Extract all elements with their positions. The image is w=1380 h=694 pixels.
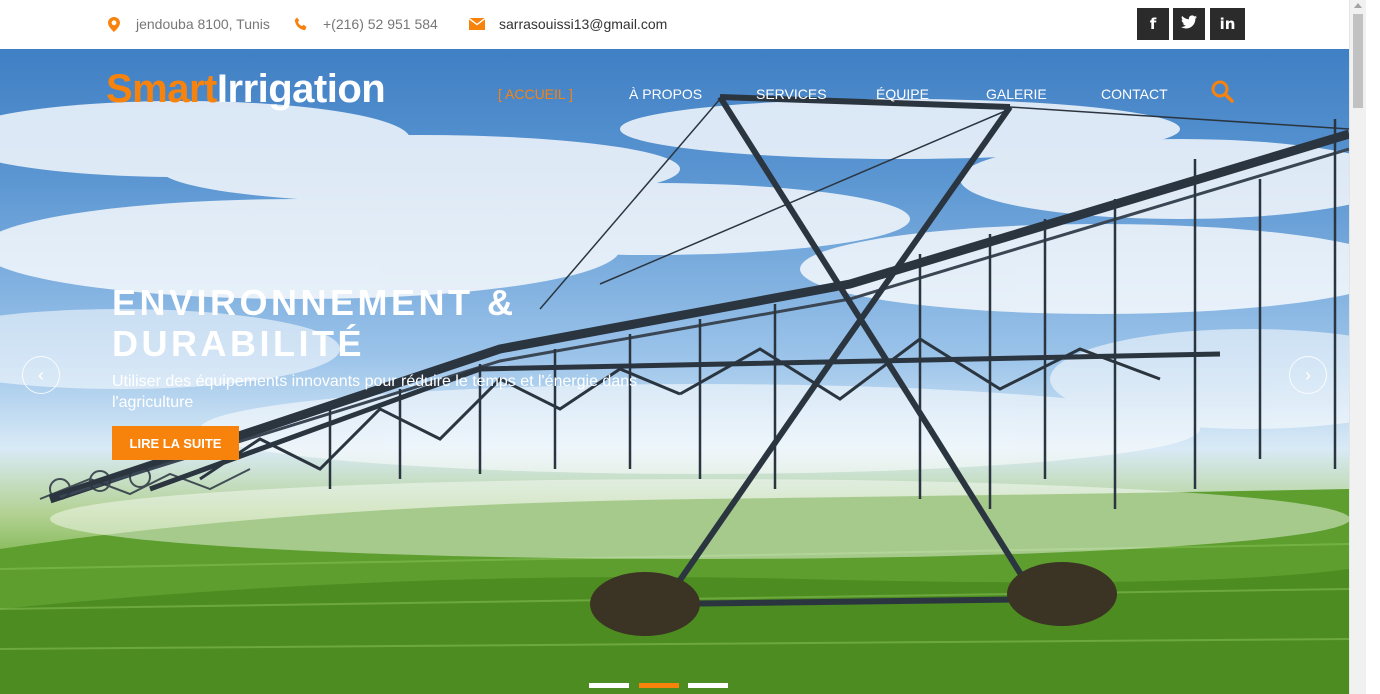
top-contact-bar: jendouba 8100, Tunis +(216) 52 951 584 s… <box>0 0 1349 49</box>
logo-part-irrigation: Irrigation <box>216 67 386 111</box>
prev-slide-button[interactable]: ‹ <box>22 356 60 394</box>
twitter-button[interactable] <box>1173 8 1205 40</box>
search-button[interactable] <box>1210 79 1236 105</box>
read-more-button[interactable]: LIRE LA SUITE <box>112 426 239 460</box>
chevron-left-icon: ‹ <box>38 365 44 385</box>
address-text: jendouba 8100, Tunis <box>136 16 270 32</box>
twitter-icon <box>1181 14 1197 34</box>
nav-contact[interactable]: CONTACT <box>1101 86 1168 102</box>
scroll-up-arrow-icon[interactable] <box>1354 3 1362 8</box>
map-pin-icon <box>106 16 122 32</box>
nav-galerie[interactable]: GALERIE <box>986 86 1047 102</box>
chevron-right-icon: › <box>1305 365 1311 385</box>
phone-icon <box>293 16 309 32</box>
email-item[interactable]: sarrasouissi13@gmail.com <box>469 16 667 32</box>
slide-indicator-3[interactable] <box>688 683 728 688</box>
search-icon <box>1211 80 1234 103</box>
vertical-scrollbar[interactable] <box>1349 0 1366 694</box>
site-logo[interactable]: SmartIrrigation <box>106 67 386 111</box>
slide-indicator-2[interactable] <box>639 683 679 688</box>
hero-subtitle: Utiliser des équipements innovants pour … <box>112 373 638 411</box>
nav-a-propos[interactable]: À PROPOS <box>629 86 702 102</box>
hero-slider: SmartIrrigation [ ACCUEIL ] À PROPOS SER… <box>0 49 1349 694</box>
facebook-button[interactable]: f <box>1137 8 1169 40</box>
nav-accueil[interactable]: [ ACCUEIL ] <box>498 86 573 102</box>
hero-title-line-1: ENVIRONNEMENT & <box>112 282 517 323</box>
email-text: sarrasouissi13@gmail.com <box>499 16 668 32</box>
address-item: jendouba 8100, Tunis <box>106 16 270 32</box>
scroll-thumb[interactable] <box>1353 14 1363 108</box>
slide-indicator-1[interactable] <box>589 683 629 688</box>
phone-text: +(216) 52 951 584 <box>323 16 438 32</box>
nav-services[interactable]: SERVICES <box>756 86 827 102</box>
linkedin-button[interactable]: in <box>1210 8 1245 40</box>
logo-part-smart: Smart <box>106 67 217 111</box>
window-gutter <box>1366 0 1380 694</box>
hero-title: ENVIRONNEMENT & DURABILITÉ <box>112 282 632 364</box>
facebook-icon: f <box>1149 14 1157 33</box>
phone-item[interactable]: +(216) 52 951 584 <box>293 16 438 32</box>
linkedin-icon: in <box>1219 14 1236 33</box>
next-slide-button[interactable]: › <box>1289 356 1327 394</box>
envelope-icon <box>469 16 485 32</box>
nav-equipe[interactable]: ÉQUIPE <box>876 86 929 102</box>
hero-title-line-2: DURABILITÉ <box>112 323 365 364</box>
